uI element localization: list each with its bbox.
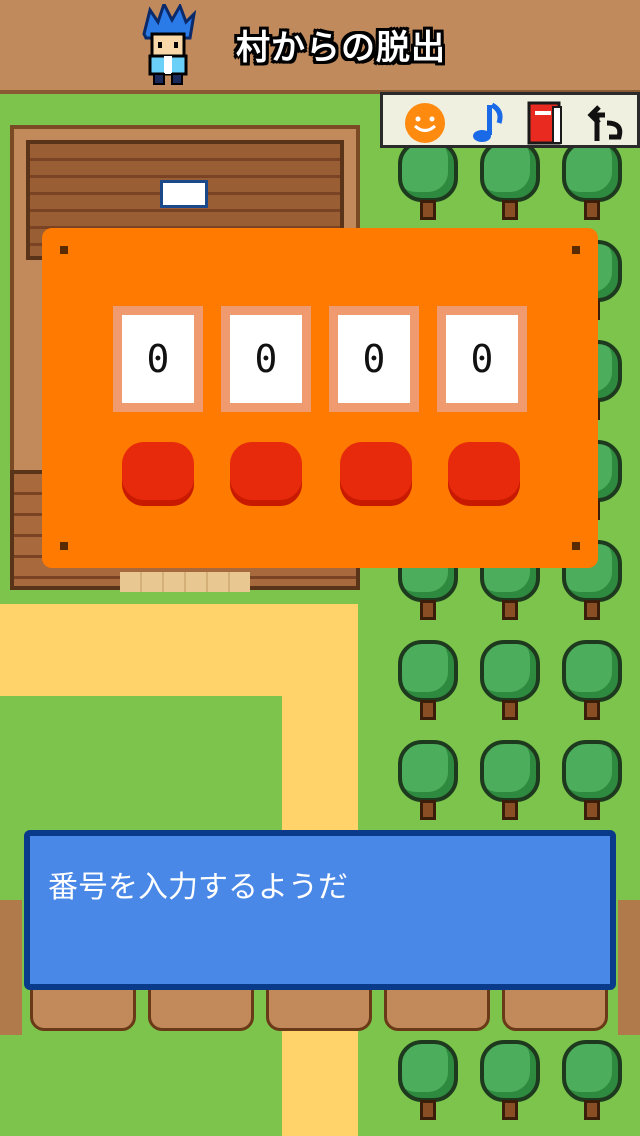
rivet [60, 246, 68, 254]
house-door[interactable] [120, 572, 250, 592]
tree-trunk [584, 800, 600, 820]
tree [480, 140, 540, 224]
rivet [60, 542, 68, 550]
digit-value: 0 [230, 315, 302, 403]
tree-trunk [502, 800, 518, 820]
fence-side [0, 900, 22, 1035]
tree-crown [562, 640, 622, 702]
tree-trunk [584, 600, 600, 620]
fence-post [266, 985, 372, 1031]
digit-value: 0 [122, 315, 194, 403]
tree-crown [398, 1040, 458, 1102]
smiley-face-icon[interactable] [403, 101, 447, 143]
tree [480, 740, 540, 824]
digit-value: 0 [338, 315, 410, 403]
dialog-message: 番号を入力するようだ [48, 870, 348, 905]
fence-side [618, 900, 640, 1035]
book-icon[interactable] [523, 101, 567, 145]
tree-trunk [584, 200, 600, 220]
tree-crown [562, 740, 622, 802]
fence-post [502, 985, 608, 1031]
tree-trunk [584, 700, 600, 720]
fence-post [148, 985, 254, 1031]
tree-crown [480, 140, 540, 202]
tree [398, 640, 458, 724]
tree-crown [480, 640, 540, 702]
rivet [572, 542, 580, 550]
rivet [572, 246, 580, 254]
increment-button-1[interactable] [122, 442, 194, 506]
tree-crown [398, 640, 458, 702]
tree-trunk [584, 1100, 600, 1120]
message-dialog[interactable] [24, 830, 616, 990]
page-title: 村からの脱出 [236, 28, 446, 68]
digit-display-3[interactable]: 0 [329, 306, 419, 412]
tree-trunk [420, 200, 436, 220]
fence-post [384, 985, 490, 1031]
tree-crown [480, 740, 540, 802]
player-character [140, 0, 197, 86]
music-note-icon[interactable] [467, 101, 511, 142]
tree-crown [398, 140, 458, 202]
tree [562, 640, 622, 724]
increment-button-2[interactable] [230, 442, 302, 506]
tree-trunk [420, 600, 436, 620]
house-sign[interactable] [160, 180, 208, 208]
tree-crown [480, 1040, 540, 1102]
toolbar [380, 92, 640, 148]
digit-display-1[interactable]: 0 [113, 306, 203, 412]
tree-crown [562, 1040, 622, 1102]
tree [398, 740, 458, 824]
fence-post [30, 985, 136, 1031]
tree-crown [562, 140, 622, 202]
back-arrow-icon[interactable] [583, 101, 627, 141]
tree [398, 140, 458, 224]
tree [562, 1040, 622, 1124]
tree-trunk [502, 600, 518, 620]
digit-value: 0 [446, 315, 518, 403]
tree [480, 1040, 540, 1124]
tree [480, 640, 540, 724]
digit-display-4[interactable]: 0 [437, 306, 527, 412]
tree [562, 140, 622, 224]
tree-trunk [502, 1100, 518, 1120]
digit-display-2[interactable]: 0 [221, 306, 311, 412]
increment-button-4[interactable] [448, 442, 520, 506]
tree-trunk [420, 700, 436, 720]
tree-trunk [420, 1100, 436, 1120]
tree-trunk [420, 800, 436, 820]
tree-trunk [502, 700, 518, 720]
increment-button-3[interactable] [340, 442, 412, 506]
tree [398, 1040, 458, 1124]
tree-trunk [502, 200, 518, 220]
tree-crown [398, 740, 458, 802]
tree [562, 740, 622, 824]
